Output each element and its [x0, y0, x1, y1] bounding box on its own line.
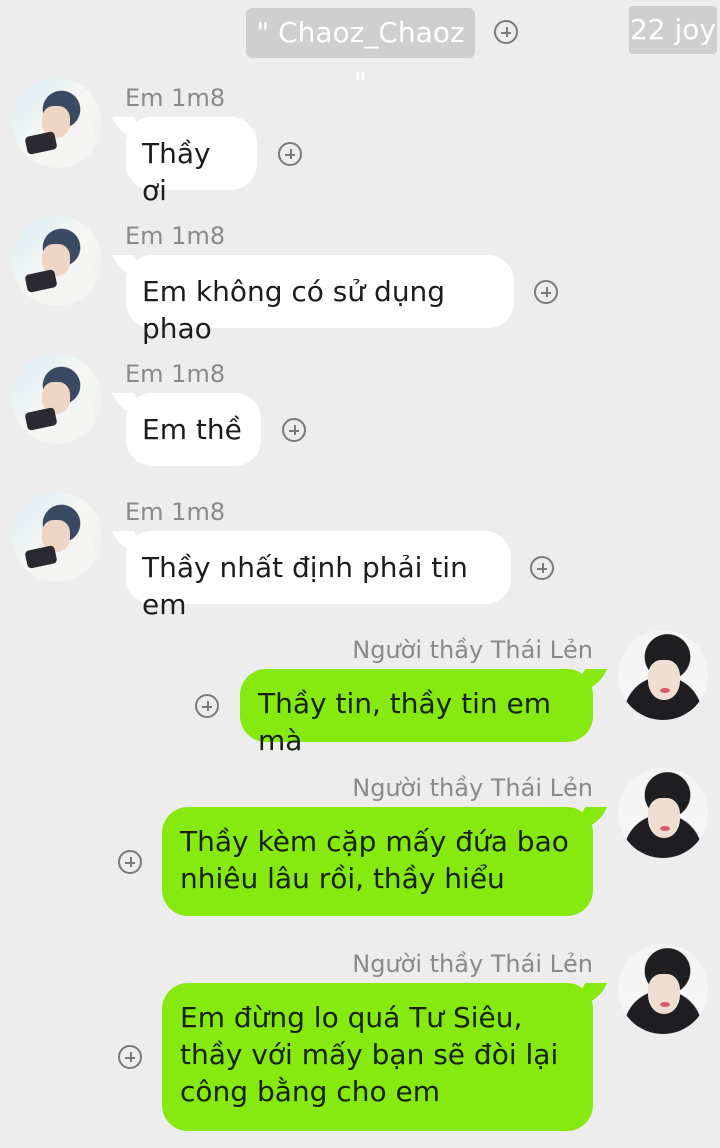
channel-name-chip[interactable]: " Chaoz_Chaoz "	[246, 8, 475, 99]
message-text: Em thề	[142, 413, 242, 446]
avatar[interactable]	[12, 354, 102, 444]
message-bubble[interactable]: Thầy nhất định phải tin em	[126, 531, 511, 621]
message-bubble[interactable]: Em thề	[126, 393, 261, 466]
message-bubble[interactable]: Em không có sử dụng phao	[126, 255, 514, 345]
add-reaction-icon[interactable]	[118, 850, 142, 874]
message-bubble[interactable]: Thầy kèm cặp mấy đứa bao nhiêu lâu rồi, …	[162, 807, 593, 916]
message-bubble[interactable]: Em đừng lo quá Tư Siêu, thầy với mấy bạn…	[162, 983, 593, 1131]
sender-name: Em 1m8	[125, 360, 226, 388]
avatar[interactable]	[12, 78, 102, 168]
avatar[interactable]	[12, 216, 102, 306]
add-circle-icon[interactable]	[494, 20, 518, 44]
message-text: Thầy kèm cặp mấy đứa bao nhiêu lâu rồi, …	[180, 825, 569, 895]
sender-name: Người thầy Thái Lẻn	[352, 774, 593, 802]
sender-name: Người thầy Thái Lẻn	[352, 636, 593, 664]
message-bubble[interactable]: Thầy ơi	[126, 117, 257, 207]
message-text: Em đừng lo quá Tư Siêu, thầy với mấy bạn…	[180, 1001, 559, 1108]
message-text: Thầy ơi	[142, 137, 211, 207]
message-text: Thầy tin, thầy tin em mà	[258, 687, 552, 757]
sender-name: Em 1m8	[125, 498, 226, 526]
message-text: Thầy nhất định phải tin em	[142, 551, 468, 621]
message-text: Em không có sử dụng phao	[142, 275, 446, 345]
avatar[interactable]	[618, 768, 708, 858]
avatar[interactable]	[12, 492, 102, 582]
add-reaction-icon[interactable]	[530, 556, 554, 580]
add-reaction-icon[interactable]	[534, 280, 558, 304]
sender-name: Em 1m8	[125, 84, 226, 112]
avatar[interactable]	[618, 944, 708, 1034]
avatar[interactable]	[618, 630, 708, 720]
sender-name: Người thầy Thái Lẻn	[352, 950, 593, 978]
add-reaction-icon[interactable]	[282, 418, 306, 442]
add-reaction-icon[interactable]	[118, 1045, 142, 1069]
add-reaction-icon[interactable]	[278, 142, 302, 166]
sender-name: Em 1m8	[125, 222, 226, 250]
counter-badge: 22 joy	[629, 6, 717, 54]
add-reaction-icon[interactable]	[195, 694, 219, 718]
message-bubble[interactable]: Thầy tin, thầy tin em mà	[240, 669, 593, 757]
